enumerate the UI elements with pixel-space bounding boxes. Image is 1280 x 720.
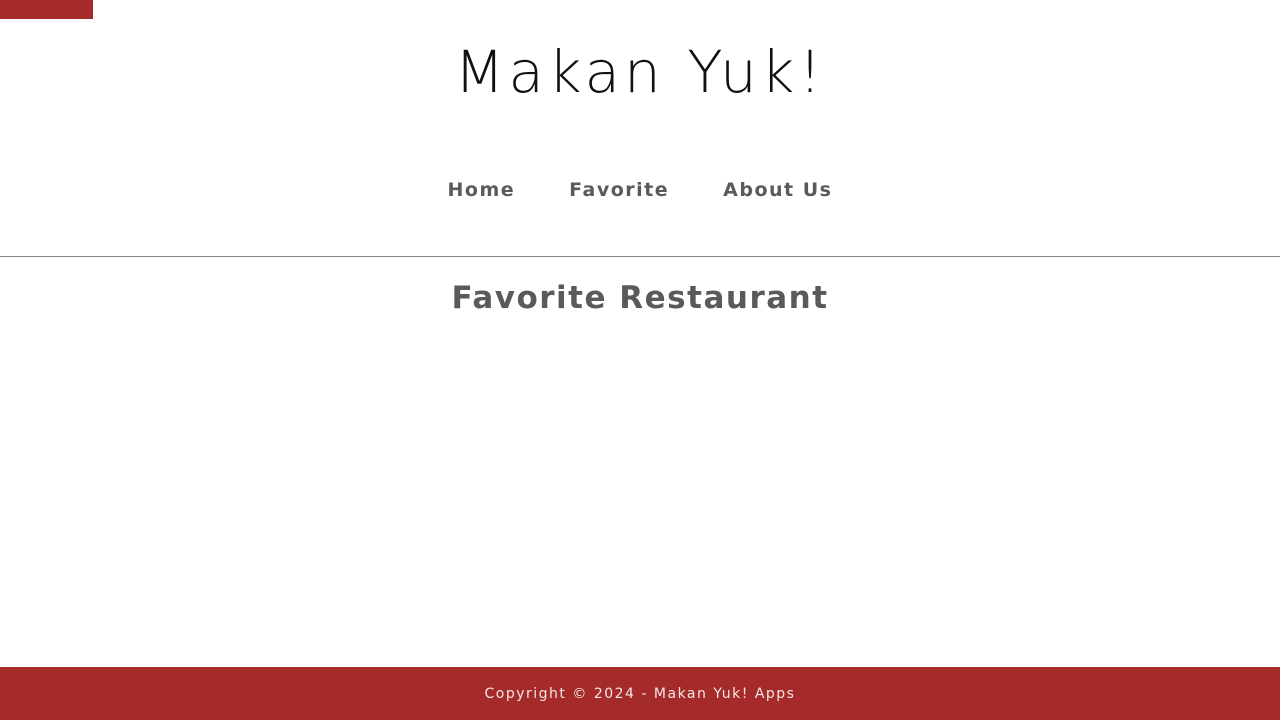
nav-item-about-us[interactable]: About Us	[696, 172, 859, 208]
site-footer: Copyright © 2024 - Makan Yuk! Apps	[0, 667, 1280, 720]
restaurant-list	[0, 330, 1280, 650]
footer-copyright: Copyright © 2024 - Makan Yuk! Apps	[484, 685, 796, 702]
nav-item-favorite[interactable]: Favorite	[542, 172, 696, 208]
page-title: Favorite Restaurant	[451, 280, 829, 316]
header-divider	[0, 256, 1280, 257]
main-nav: Home Favorite About Us	[0, 172, 1280, 208]
site-title: Makan Yuk!	[454, 38, 826, 106]
page: Makan Yuk! Home Favorite About Us Favori…	[0, 0, 1280, 720]
skip-to-content-link[interactable]	[0, 0, 93, 19]
nav-item-home[interactable]: Home	[421, 172, 543, 208]
